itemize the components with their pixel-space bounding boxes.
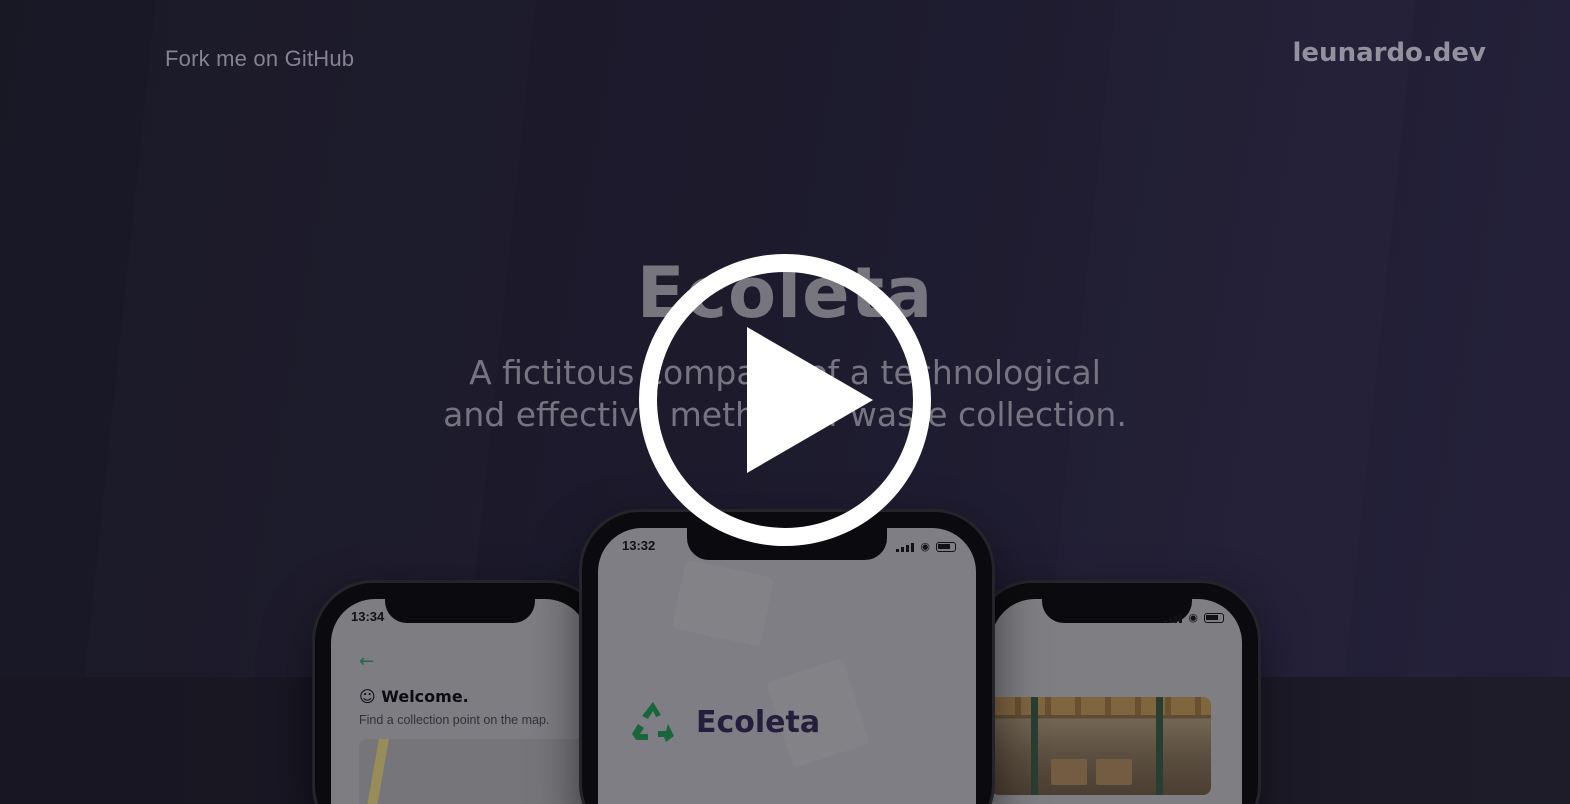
phone-notch [385, 599, 535, 623]
decorative-shape [671, 559, 775, 647]
phone-mockup-center: 13:32 ◉ Ecoleta [582, 512, 992, 804]
phone-screen: 13:32 ◉ Ecoleta [598, 528, 976, 804]
signal-icon [896, 542, 915, 552]
background-stripe [1044, 0, 1415, 680]
battery-icon [1204, 612, 1224, 623]
fork-on-github-link[interactable]: Fork me on GitHub [165, 46, 354, 72]
wifi-icon: ◉ [920, 540, 930, 553]
status-time: 13:32 [622, 538, 656, 553]
market-crate [1096, 759, 1132, 785]
welcome-heading: ☺ Welcome. [359, 687, 469, 706]
market-post [1031, 697, 1038, 795]
app-name: Ecoleta [696, 704, 821, 740]
phone-mockup-left: 13:34 ← ☺ Welcome. Find a collection poi… [315, 583, 605, 804]
play-video-button[interactable] [639, 254, 931, 546]
welcome-text: Welcome. [381, 687, 469, 706]
market-photo [991, 697, 1211, 795]
map-road [363, 739, 389, 804]
status-time: 13:34 [351, 609, 385, 624]
market-crate [1051, 759, 1087, 785]
brand-logo-link[interactable]: leunardo.dev [1293, 38, 1486, 68]
battery-icon [936, 541, 956, 552]
back-arrow-icon: ← [359, 651, 375, 672]
app-logo: Ecoleta [628, 698, 820, 746]
market-post [1156, 697, 1163, 795]
recycle-icon [632, 702, 674, 742]
status-indicators: ◉ [1164, 611, 1224, 624]
smile-emoji-icon: ☺ [359, 687, 376, 706]
wifi-icon: ◉ [1188, 611, 1198, 624]
market-awning [991, 697, 1211, 715]
phone-mockup-right: ◉ [975, 583, 1258, 804]
welcome-subtitle: Find a collection point on the map. [359, 713, 550, 727]
signal-icon [1164, 613, 1183, 623]
play-icon [747, 327, 873, 473]
phone-screen: ◉ [991, 599, 1242, 804]
background-stripe [84, 0, 535, 680]
status-indicators: ◉ [896, 540, 956, 553]
phone-screen: 13:34 ← ☺ Welcome. Find a collection poi… [331, 599, 589, 804]
map-preview [359, 739, 589, 804]
